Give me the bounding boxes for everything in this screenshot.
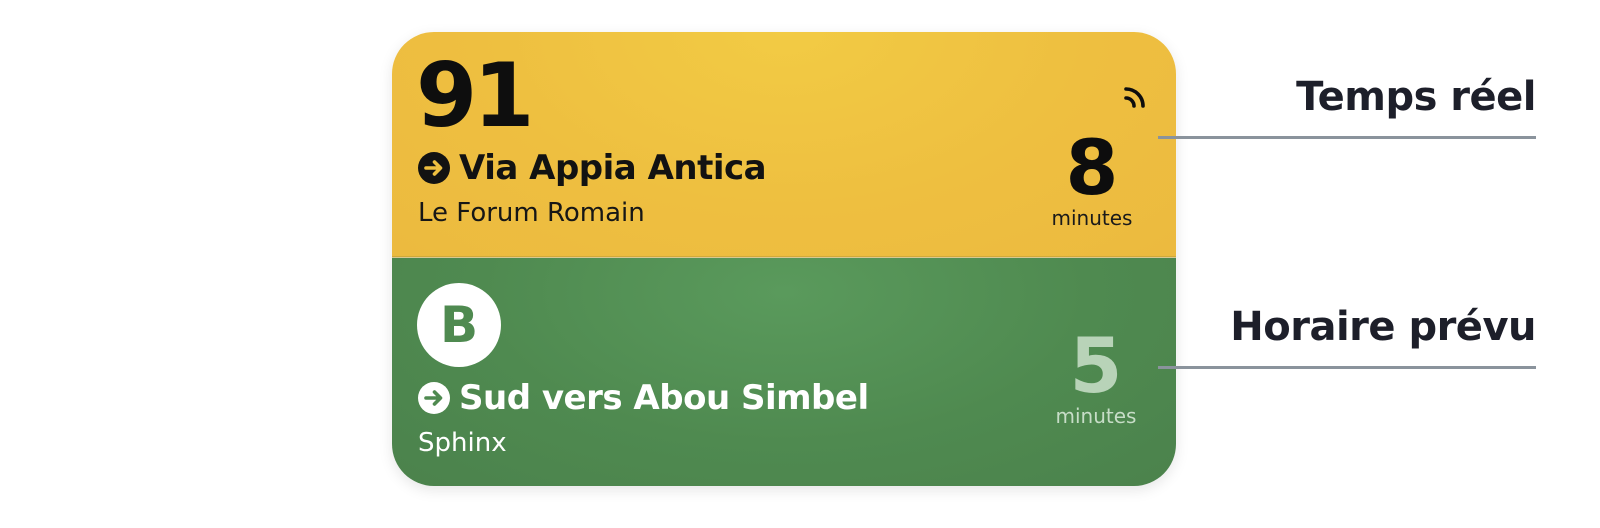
- direction-line: Via Appia Antica: [417, 148, 767, 188]
- arrival-minutes-unit: minutes: [1051, 206, 1133, 230]
- scheduled-time: 5 minutes: [1036, 321, 1156, 429]
- callout-line-realtime: [1158, 136, 1536, 139]
- arrow-right-circle-icon: [418, 382, 450, 414]
- direction-text-scheduled: Sud vers Abou Simbel: [459, 378, 869, 418]
- stop-name: Le Forum Romain: [418, 198, 645, 228]
- direction-line-scheduled: Sud vers Abou Simbel: [417, 378, 869, 418]
- callout-line-scheduled: [1158, 366, 1536, 369]
- arrival-time: 8 minutes: [1032, 123, 1152, 231]
- arrival-minutes-value: 8: [1065, 123, 1119, 212]
- scheduled-minutes-unit: minutes: [1055, 404, 1137, 428]
- route-badge: B: [417, 283, 501, 367]
- callout-label-realtime: Temps réel: [1296, 74, 1536, 120]
- realtime-signal-icon: [1124, 87, 1145, 108]
- route-number: 91: [416, 44, 534, 147]
- arrow-right-circle-icon: [418, 152, 450, 184]
- callout-label-scheduled: Horaire prévu: [1230, 304, 1536, 350]
- stop-name-scheduled: Sphinx: [418, 428, 507, 458]
- scheduled-minutes-value: 5: [1069, 321, 1123, 410]
- departure-row-realtime[interactable]: 91 Via Appia Antica Le Forum Romain 8 mi…: [392, 32, 1176, 257]
- direction-text: Via Appia Antica: [459, 148, 767, 188]
- stage: 91 Via Appia Antica Le Forum Romain 8 mi…: [0, 0, 1600, 528]
